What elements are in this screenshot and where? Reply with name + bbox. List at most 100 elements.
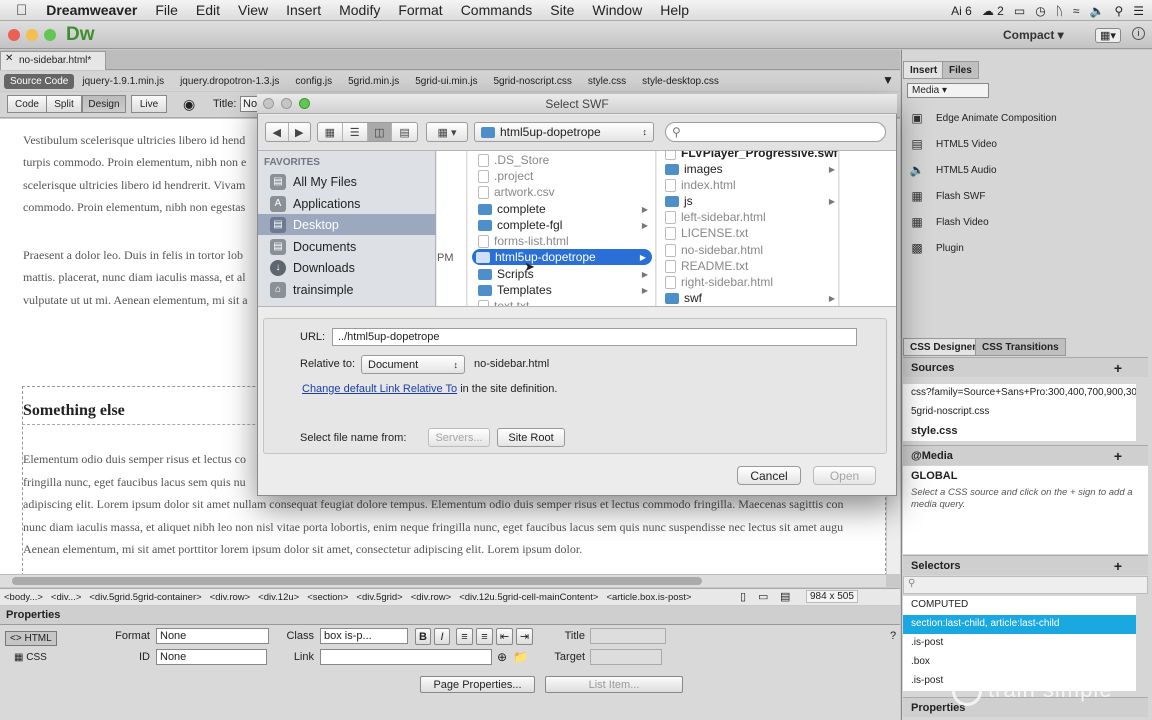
tag-div[interactable]: <div.12u> <box>254 592 303 603</box>
help-icon[interactable]: ? <box>890 630 896 642</box>
sidebar-item-applications[interactable]: A Applications <box>258 193 436 214</box>
selector-item[interactable]: COMPUTED <box>903 596 1136 615</box>
related-file-source-code[interactable]: Source Code <box>4 73 75 89</box>
adobe-icon[interactable]: Ai 6 <box>951 4 972 18</box>
window-size[interactable]: 984 x 505 <box>806 590 858 603</box>
tab-insert[interactable]: Insert <box>903 61 945 79</box>
forward-icon[interactable]: ▶ <box>289 123 311 141</box>
tab-css-transitions[interactable]: CSS Transitions <box>975 338 1066 356</box>
folder-item[interactable]: images ▶ <box>661 161 838 177</box>
browser-column-parent[interactable] <box>437 151 467 307</box>
browser-column-1[interactable]: .DS_Store .project artwork.csv complete ▶… <box>468 151 656 307</box>
browser-column-2[interactable]: FLVPlayer_Progressive.swf images ▶ index.… <box>657 151 839 307</box>
point-to-file-icon[interactable]: ⊕ <box>497 650 507 664</box>
live-view-button[interactable]: Live <box>131 95 167 113</box>
target-select[interactable] <box>590 649 662 665</box>
selector-filter-input[interactable]: ⚲ <box>903 576 1148 594</box>
list-view-icon[interactable]: ☰ <box>343 123 368 141</box>
zoom-window-button[interactable] <box>44 29 56 41</box>
menu-help[interactable]: Help <box>651 2 698 18</box>
apple-icon[interactable]:  <box>0 2 37 19</box>
selector-item[interactable]: .box <box>903 653 1136 672</box>
back-icon[interactable]: ◀ <box>266 123 289 141</box>
code-view-button[interactable]: Code <box>7 95 47 113</box>
menu-format[interactable]: Format <box>389 2 451 18</box>
column-view-icon[interactable]: ◫ <box>367 123 393 141</box>
file-item[interactable]: LICENSE.txt <box>661 225 838 241</box>
airplay-icon[interactable]: ▭ <box>1014 4 1025 18</box>
sidebar-item-desktop[interactable]: ▤ Desktop <box>258 214 436 235</box>
relative-to-select[interactable]: Document ↕ <box>361 355 465 374</box>
link-input[interactable] <box>320 649 492 665</box>
ordered-list-icon[interactable]: ≡ <box>476 628 493 645</box>
mobile-size-icon[interactable]: ▯ <box>740 590 746 603</box>
menu-view[interactable]: View <box>229 2 277 18</box>
sidebar-item-all-my-files[interactable]: ▤ All My Files <box>258 171 436 192</box>
tag-div[interactable]: <div...> <box>47 592 85 603</box>
source-item[interactable]: style.css <box>903 422 1136 441</box>
servers-button[interactable]: Servers... <box>428 428 490 447</box>
icon-view-icon[interactable]: ▦ <box>318 123 343 141</box>
cancel-button[interactable]: Cancel <box>737 466 801 485</box>
file-item[interactable]: index.html <box>661 177 838 193</box>
html-mode-button[interactable]: <> HTML <box>5 631 57 646</box>
insert-html5-audio[interactable]: 🔈 HTML5 Audio <box>908 162 997 178</box>
add-source-icon[interactable]: + <box>1114 360 1122 376</box>
related-file[interactable]: 5grid-ui.min.js <box>407 76 485 87</box>
menu-insert[interactable]: Insert <box>277 2 330 18</box>
menu-window[interactable]: Window <box>583 2 651 18</box>
css-mode-button[interactable]: ▦ CSS <box>14 652 47 663</box>
related-file[interactable]: style-desktop.css <box>634 76 727 87</box>
insert-edge-animate[interactable]: ▣ Edge Animate Composition <box>908 110 1056 126</box>
split-view-button[interactable]: Split <box>46 95 82 113</box>
site-root-button[interactable]: Site Root <box>497 428 565 447</box>
related-file[interactable]: 5grid-noscript.css <box>485 76 579 87</box>
scroll-thumb[interactable] <box>12 577 702 585</box>
file-item[interactable]: .project <box>474 168 654 184</box>
list-icon[interactable]: ☰ <box>1133 4 1144 18</box>
source-item[interactable]: css?family=Source+Sans+Pro:300,400,700,9… <box>903 384 1136 404</box>
bluetooth-icon[interactable]: ᚢ <box>1056 4 1063 18</box>
selector-item-selected[interactable]: section:last-child, article:last-child <box>903 615 1136 634</box>
minimize-window-button[interactable] <box>26 29 38 41</box>
close-window-button[interactable] <box>8 29 20 41</box>
sidebar-item-trainsimple[interactable]: ⌂ trainsimple <box>258 279 436 300</box>
list-item-button[interactable]: List Item... <box>545 676 683 693</box>
filter-icon[interactable]: ▼ <box>882 73 894 87</box>
close-tab-icon[interactable]: ✕ <box>5 53 13 64</box>
time-machine-icon[interactable]: ◷ <box>1035 4 1045 18</box>
related-file[interactable]: 5grid.min.js <box>340 76 407 87</box>
outdent-icon[interactable]: ⇤ <box>496 628 513 645</box>
sidebar-item-documents[interactable]: ▤ Documents <box>258 236 436 257</box>
file-item[interactable]: .DS_Store <box>474 152 654 168</box>
format-select[interactable]: None <box>156 628 269 644</box>
browser-column-3[interactable] <box>840 151 896 307</box>
arrange-button[interactable]: ▦ ▾ <box>426 122 468 142</box>
tag-section[interactable]: <section> <box>303 592 352 603</box>
tag-body[interactable]: <body...> <box>0 592 47 603</box>
indent-icon[interactable]: ⇥ <box>516 628 533 645</box>
sync-settings-icon[interactable]: ▦▾ <box>1095 28 1121 43</box>
open-button[interactable]: Open <box>813 466 876 485</box>
url-input[interactable]: ../html5up-dopetrope <box>332 328 857 346</box>
dialog-search-field[interactable]: ⚲ <box>665 122 886 142</box>
tag-article[interactable]: <article.box.is-post> <box>602 592 695 603</box>
tag-div[interactable]: <div.5grid.5grid-container> <box>85 592 205 603</box>
folder-item[interactable]: swf ▶ <box>661 290 838 306</box>
selector-item[interactable]: .is-post <box>903 634 1136 653</box>
coverflow-view-icon[interactable]: ▤ <box>392 123 417 141</box>
tag-div[interactable]: <div.row> <box>206 592 254 603</box>
tag-div[interactable]: <div.row> <box>407 592 455 603</box>
dialog-close-button[interactable] <box>263 98 274 109</box>
related-file[interactable]: jquery.dropotron-1.3.js <box>172 76 287 87</box>
tag-div[interactable]: <div.12u.5grid-cell-mainContent> <box>455 592 602 603</box>
info-icon[interactable]: i <box>1132 27 1145 40</box>
file-item[interactable]: README.txt <box>661 258 838 274</box>
tablet-size-icon[interactable]: ▭ <box>758 590 768 603</box>
dialog-minimize-button[interactable] <box>281 98 292 109</box>
browse-folder-icon[interactable]: 📁 <box>513 650 528 664</box>
insert-flash-video[interactable]: ▦ Flash Video <box>908 214 988 230</box>
desktop-size-icon[interactable]: ▤ <box>780 590 790 603</box>
related-file[interactable]: jquery-1.9.1.min.js <box>74 76 172 87</box>
change-relative-link[interactable]: Change default Link Relative To <box>302 383 457 395</box>
